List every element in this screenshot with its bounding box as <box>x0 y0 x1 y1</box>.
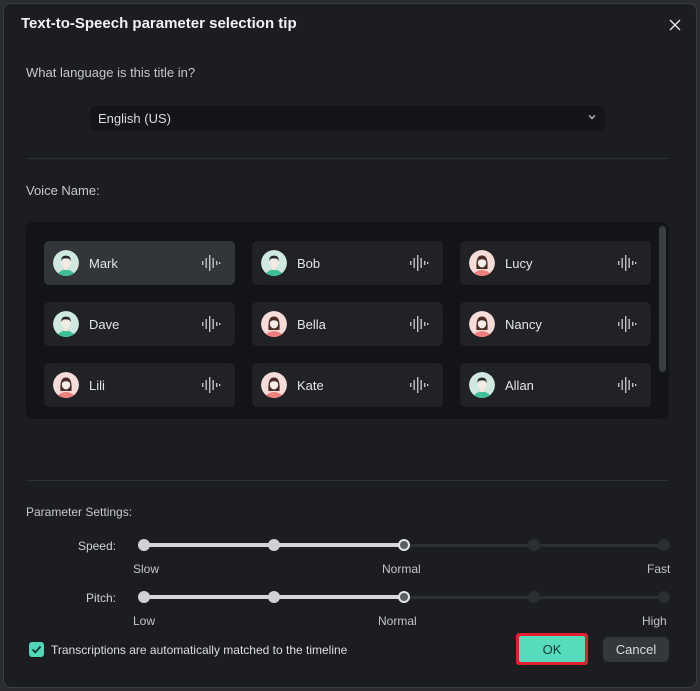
speed-step-dot[interactable] <box>658 539 670 551</box>
divider <box>26 480 668 481</box>
voice-card-dave[interactable]: Dave <box>44 302 235 346</box>
speed-max-label: Fast <box>647 562 671 576</box>
sound-wave-icon[interactable] <box>617 316 637 337</box>
voice-card-bella[interactable]: Bella <box>252 302 443 346</box>
sound-wave-icon[interactable] <box>409 255 429 276</box>
voice-grid: Mark Bob Lucy Dave Bella Nancy Lili Kate… <box>44 241 651 407</box>
speed-label: Speed: <box>77 539 116 553</box>
checkmark-icon <box>31 645 42 654</box>
male-avatar-icon <box>469 372 495 398</box>
voice-list-panel: Mark Bob Lucy Dave Bella Nancy Lili Kate… <box>26 222 669 419</box>
speed-step-dot[interactable] <box>528 539 540 551</box>
voice-name: Dave <box>89 316 120 332</box>
female-avatar-icon <box>261 311 287 337</box>
male-avatar-icon <box>261 250 287 276</box>
sound-wave-icon[interactable] <box>201 377 221 398</box>
female-avatar-icon <box>53 372 79 398</box>
voice-name: Bella <box>297 316 326 332</box>
close-button[interactable] <box>664 14 686 36</box>
voice-name: Allan <box>505 377 534 393</box>
sound-wave-icon[interactable] <box>201 255 221 276</box>
male-avatar-icon <box>53 250 79 276</box>
auto-match-checkbox-row[interactable]: Transcriptions are automatically matched… <box>29 642 347 657</box>
voice-name: Lili <box>89 377 105 393</box>
pitch-min-label: Low <box>133 614 156 628</box>
female-avatar-icon <box>469 311 495 337</box>
language-selected-value: English (US) <box>98 111 171 126</box>
voice-card-mark[interactable]: Mark <box>44 241 235 285</box>
sound-wave-icon[interactable] <box>617 377 637 398</box>
dialog-title: Text-to-Speech parameter selection tip <box>21 15 297 32</box>
voice-card-allan[interactable]: Allan <box>460 363 651 407</box>
male-avatar-icon <box>53 311 79 337</box>
voice-card-lili[interactable]: Lili <box>44 363 235 407</box>
divider <box>26 158 668 159</box>
ok-button[interactable]: OK <box>516 633 588 665</box>
cancel-button[interactable]: Cancel <box>603 637 669 662</box>
pitch-step-dot[interactable] <box>138 591 150 603</box>
voice-name: Kate <box>297 377 324 393</box>
sound-wave-icon[interactable] <box>617 255 637 276</box>
voice-name: Lucy <box>505 255 533 271</box>
language-dropdown[interactable]: English (US) <box>90 106 605 131</box>
pitch-label: Pitch: <box>85 591 116 605</box>
voice-list-scrollbar[interactable] <box>659 226 666 372</box>
pitch-step-dot[interactable] <box>528 591 540 603</box>
sound-wave-icon[interactable] <box>409 316 429 337</box>
voice-card-kate[interactable]: Kate <box>252 363 443 407</box>
speed-step-dot[interactable] <box>268 539 280 551</box>
female-avatar-icon <box>261 372 287 398</box>
pitch-thumb[interactable] <box>398 591 410 603</box>
pitch-step-dot[interactable] <box>268 591 280 603</box>
voice-card-lucy[interactable]: Lucy <box>460 241 651 285</box>
pitch-step-dot[interactable] <box>658 591 670 603</box>
parameter-settings-label: Parameter Settings: <box>26 505 133 519</box>
speed-slider[interactable] <box>138 538 670 552</box>
speed-step-dot[interactable] <box>138 539 150 551</box>
sound-wave-icon[interactable] <box>409 377 429 398</box>
auto-match-checkbox-label: Transcriptions are automatically matched… <box>51 642 348 657</box>
voice-name: Nancy <box>505 316 542 332</box>
voice-name: Mark <box>89 255 118 271</box>
ok-button-label: OK <box>519 636 585 662</box>
pitch-mid-label: Normal <box>378 614 417 628</box>
voice-name: Bob <box>297 255 321 271</box>
speed-min-label: Slow <box>133 562 160 576</box>
voice-name-label: Voice Name: <box>26 183 100 198</box>
sound-wave-icon[interactable] <box>201 316 221 337</box>
pitch-max-label: High <box>642 614 667 628</box>
close-icon <box>669 19 681 31</box>
female-avatar-icon <box>469 250 495 276</box>
speed-thumb[interactable] <box>398 539 410 551</box>
language-question: What language is this title in? <box>26 65 196 80</box>
auto-match-checkbox[interactable] <box>29 642 44 657</box>
pitch-slider[interactable] <box>138 590 670 604</box>
chevron-down-icon <box>588 115 596 120</box>
voice-card-bob[interactable]: Bob <box>252 241 443 285</box>
speed-mid-label: Normal <box>382 562 421 576</box>
voice-card-nancy[interactable]: Nancy <box>460 302 651 346</box>
